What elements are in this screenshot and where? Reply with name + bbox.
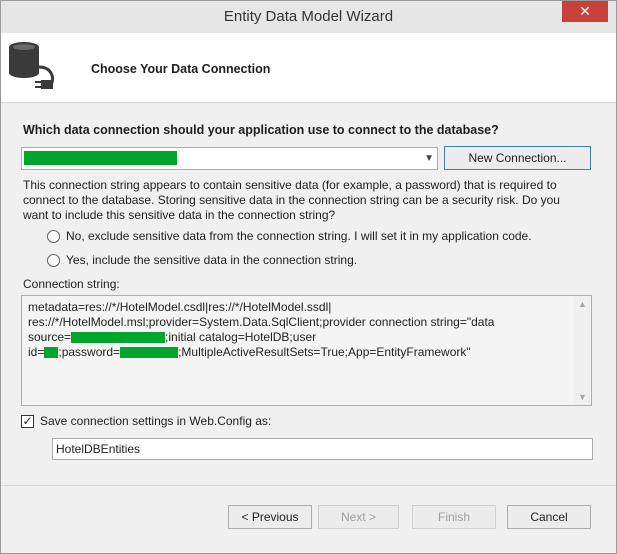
chevron-down-icon[interactable]: ▼ xyxy=(424,153,434,164)
window-title: Entity Data Model Wizard xyxy=(223,8,394,25)
cs-line-4-mid: ;password= xyxy=(58,345,121,359)
previous-button[interactable]: < Previous xyxy=(228,505,312,529)
cs-line-1: metadata=res://*/HotelModel.csdl|res://*… xyxy=(28,300,332,314)
connection-string-text: metadata=res://*/HotelModel.csdl|res://*… xyxy=(28,300,573,360)
save-settings-row[interactable]: ✓ Save connection settings in Web.Config … xyxy=(21,414,272,429)
cs-line-3-end: ;initial catalog=HotelDB;user xyxy=(165,330,317,344)
database-connection-icon xyxy=(9,42,54,89)
cs-line-4-end: ;MultipleActiveResultSets=True;App=Entit… xyxy=(178,345,471,359)
sensitive-data-description: This connection string appears to contai… xyxy=(23,178,560,222)
cs-line-4-start: id= xyxy=(28,345,45,359)
title-bar: Entity Data Model Wizard ✕ xyxy=(1,1,616,33)
close-icon: ✕ xyxy=(579,3,591,19)
vertical-scrollbar[interactable]: ▲ ▼ xyxy=(574,296,591,405)
cs-line-2: res://*/HotelModel.msl;provider=System.D… xyxy=(28,315,495,329)
new-connection-button[interactable]: New Connection... xyxy=(444,146,591,170)
redacted-server xyxy=(71,332,166,344)
wizard-header: Choose Your Data Connection xyxy=(1,33,616,103)
cs-line-3-start: source= xyxy=(28,330,72,344)
radio-include-label: Yes, include the sensitive data in the c… xyxy=(66,253,358,267)
close-button[interactable]: ✕ xyxy=(562,1,608,22)
footer-divider xyxy=(1,485,616,486)
radio-button[interactable] xyxy=(47,230,60,244)
save-settings-checkbox[interactable]: ✓ xyxy=(21,415,34,429)
wizard-window: Entity Data Model Wizard ✕ Choose Your D… xyxy=(0,0,617,554)
entity-name-input[interactable]: HotelDBEntities xyxy=(52,438,593,460)
cancel-button[interactable]: Cancel xyxy=(507,505,591,529)
radio-include-sensitive[interactable]: Yes, include the sensitive data in the c… xyxy=(47,253,358,268)
redacted-connection-name xyxy=(24,151,177,165)
connection-question: Which data connection should your applic… xyxy=(23,123,499,137)
next-button[interactable]: Next > xyxy=(318,505,399,529)
radio-exclude-label: No, exclude sensitive data from the conn… xyxy=(66,229,532,243)
connection-string-textbox[interactable]: metadata=res://*/HotelModel.csdl|res://*… xyxy=(21,295,592,406)
redacted-user xyxy=(44,347,59,359)
redacted-password xyxy=(120,347,179,359)
scroll-down-icon[interactable]: ▼ xyxy=(578,392,587,402)
radio-exclude-sensitive[interactable]: No, exclude sensitive data from the conn… xyxy=(47,229,532,244)
data-connection-select[interactable]: ▼ xyxy=(21,147,438,170)
page-title: Choose Your Data Connection xyxy=(91,62,271,76)
scroll-up-icon[interactable]: ▲ xyxy=(578,299,587,309)
radio-button[interactable] xyxy=(47,254,60,268)
save-settings-label: Save connection settings in Web.Config a… xyxy=(40,414,272,428)
finish-button[interactable]: Finish xyxy=(412,505,496,529)
connection-string-label: Connection string: xyxy=(23,277,120,291)
